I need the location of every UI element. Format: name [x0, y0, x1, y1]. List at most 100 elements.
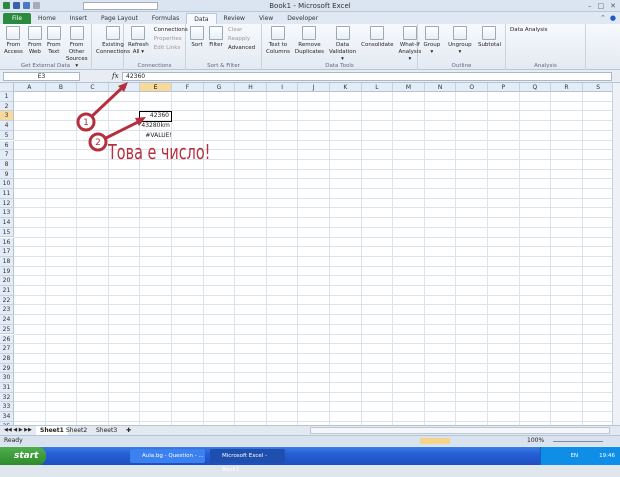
- zoom-slider[interactable]: [553, 441, 603, 442]
- column-header-G[interactable]: G: [203, 83, 236, 92]
- row-header-31[interactable]: 31: [0, 383, 14, 393]
- row-header-1[interactable]: 1: [0, 92, 14, 102]
- row-header-34[interactable]: 34: [0, 412, 14, 422]
- column-header-S[interactable]: S: [582, 83, 612, 92]
- column-header-I[interactable]: I: [266, 83, 299, 92]
- start-button[interactable]: start: [0, 447, 46, 465]
- row-header-29[interactable]: 29: [0, 363, 14, 374]
- tab-formulas[interactable]: Formulas: [145, 13, 186, 24]
- row-header-19[interactable]: 19: [0, 266, 14, 277]
- ribbon-small-button[interactable]: Edit Links: [154, 44, 188, 52]
- row-header-9[interactable]: 9: [0, 169, 14, 180]
- tab-data[interactable]: Data: [186, 13, 217, 24]
- column-header-M[interactable]: M: [393, 83, 425, 92]
- ribbon-button[interactable]: Sort: [188, 26, 206, 52]
- row-header-33[interactable]: 33: [0, 402, 14, 413]
- row-header-30[interactable]: 30: [0, 373, 14, 383]
- row-header-26[interactable]: 26: [0, 334, 14, 345]
- row-header-12[interactable]: 12: [0, 198, 14, 209]
- ribbon-small-button[interactable]: Data Analysis: [510, 26, 548, 34]
- ribbon-button[interactable]: Filter: [207, 26, 225, 52]
- row-header-17[interactable]: 17: [0, 247, 14, 257]
- close-button[interactable]: ✕: [610, 2, 616, 10]
- column-header-Q[interactable]: Q: [519, 83, 552, 92]
- row-header-8[interactable]: 8: [0, 159, 14, 170]
- row-header-22[interactable]: 22: [0, 295, 14, 306]
- row-header-16[interactable]: 16: [0, 237, 14, 248]
- ribbon-small-button[interactable]: Connections: [154, 26, 188, 34]
- row-header-24[interactable]: 24: [0, 315, 14, 325]
- insert-function-button[interactable]: fx: [112, 72, 119, 80]
- column-header-P[interactable]: P: [488, 83, 520, 92]
- worksheet-grid[interactable]: A B C D E F G H I J K L M N O P Q R S 1 2 3 4 5 6 7 8 9 10 11 12 13 14 15…: [0, 83, 612, 425]
- language-indicator[interactable]: EN: [571, 453, 579, 459]
- row-header-14[interactable]: 14: [0, 218, 14, 228]
- ribbon-small-button[interactable]: Advanced: [228, 44, 255, 52]
- sheet-tab-sheet3[interactable]: Sheet3: [92, 426, 121, 435]
- ribbon-minimize-icon[interactable]: ⌃: [600, 14, 606, 22]
- row-header-18[interactable]: 18: [0, 256, 14, 267]
- sheet-nav-arrows[interactable]: ◀◀ ◀ ▶ ▶▶: [4, 427, 32, 433]
- ribbon-button[interactable]: Data Validation ▾: [327, 26, 358, 63]
- row-header-27[interactable]: 27: [0, 344, 14, 354]
- name-box[interactable]: E3: [3, 72, 80, 81]
- tab-insert[interactable]: Insert: [63, 13, 94, 24]
- ribbon-small-button[interactable]: Properties: [154, 35, 188, 43]
- column-header-N[interactable]: N: [424, 83, 457, 92]
- view-buttons[interactable]: [420, 438, 450, 444]
- sheet-tab-sheet2[interactable]: Sheet2: [62, 426, 91, 435]
- column-header-J[interactable]: J: [298, 83, 330, 92]
- cell-E4[interactable]: 43280km: [141, 121, 171, 130]
- vertical-scrollbar[interactable]: [612, 83, 620, 425]
- column-header-H[interactable]: H: [235, 83, 267, 92]
- row-header-13[interactable]: 13: [0, 208, 14, 219]
- row-header-28[interactable]: 28: [0, 353, 14, 364]
- column-header-E[interactable]: E: [140, 83, 172, 92]
- task-aula[interactable]: Aula.bg - Question - ...: [130, 449, 205, 463]
- column-header-F[interactable]: F: [172, 83, 204, 92]
- column-header-O[interactable]: O: [456, 83, 488, 92]
- column-header-A[interactable]: A: [14, 83, 46, 92]
- column-header-K[interactable]: K: [330, 83, 362, 92]
- ribbon-button[interactable]: Subtotal: [476, 26, 503, 56]
- row-header-11[interactable]: 11: [0, 189, 14, 199]
- help-icon[interactable]: ●: [610, 14, 616, 22]
- formula-input[interactable]: 42360: [122, 72, 612, 81]
- row-header-10[interactable]: 10: [0, 179, 14, 189]
- row-header-21[interactable]: 21: [0, 286, 14, 296]
- row-header-32[interactable]: 32: [0, 392, 14, 403]
- ribbon-button[interactable]: Ungroup ▾: [445, 26, 475, 56]
- row-header-25[interactable]: 25: [0, 324, 14, 335]
- maximize-button[interactable]: □: [598, 2, 605, 10]
- ribbon-button[interactable]: Consolidate: [359, 26, 395, 63]
- insert-sheet-icon[interactable]: ✚: [122, 426, 135, 435]
- ribbon-button[interactable]: Group ▾: [420, 26, 444, 56]
- row-header-4[interactable]: 4: [0, 121, 14, 131]
- ribbon-button[interactable]: Remove Duplicates: [293, 26, 326, 63]
- column-header-B[interactable]: B: [45, 83, 78, 92]
- cell-E5[interactable]: #VALUE!: [141, 131, 171, 140]
- column-header-L[interactable]: L: [361, 83, 394, 92]
- tab-file[interactable]: File: [3, 13, 32, 24]
- tab-page-layout[interactable]: Page Layout: [94, 13, 145, 24]
- task-excel[interactable]: Microsoft Excel - Book1: [210, 449, 285, 473]
- row-header-6[interactable]: 6: [0, 140, 14, 151]
- row-header-7[interactable]: 7: [0, 150, 14, 160]
- tab-developer[interactable]: Developer: [280, 13, 325, 24]
- select-all-corner[interactable]: [0, 83, 14, 92]
- ribbon-small-button[interactable]: Reapply: [228, 35, 255, 43]
- ribbon-small-button[interactable]: Clear: [228, 26, 255, 34]
- column-header-D[interactable]: D: [108, 83, 141, 92]
- row-header-2[interactable]: 2: [0, 101, 14, 112]
- tab-view[interactable]: View: [252, 13, 280, 24]
- horizontal-scrollbar[interactable]: [310, 427, 610, 434]
- column-header-C[interactable]: C: [77, 83, 109, 92]
- column-header-R[interactable]: R: [551, 83, 583, 92]
- row-header-23[interactable]: 23: [0, 305, 14, 316]
- tab-review[interactable]: Review: [217, 13, 252, 24]
- row-header-15[interactable]: 15: [0, 227, 14, 238]
- tab-home[interactable]: Home: [31, 13, 63, 24]
- row-header-5[interactable]: 5: [0, 130, 14, 141]
- minimize-button[interactable]: –: [588, 2, 592, 10]
- row-header-3[interactable]: 3: [0, 111, 14, 122]
